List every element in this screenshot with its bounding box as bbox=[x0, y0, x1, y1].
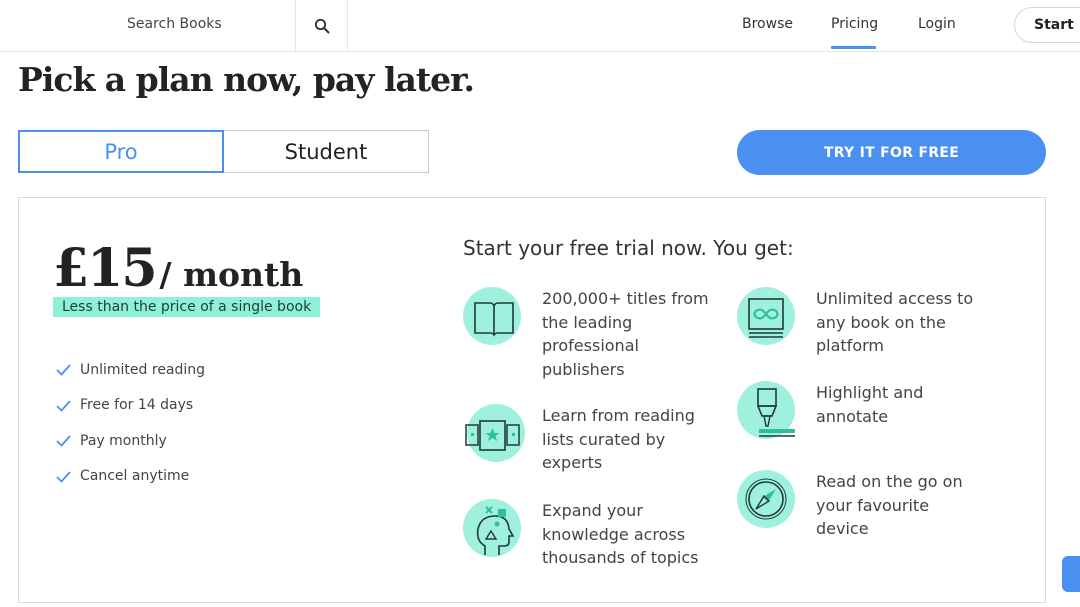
benefit-item: Expand your knowledge across thousands o… bbox=[463, 499, 712, 570]
list-item: Free for 14 days bbox=[55, 388, 205, 424]
top-nav: Search Books Browse Pricing Login Start … bbox=[0, 0, 1080, 52]
list-item: Pay monthly bbox=[55, 423, 205, 459]
benefit-text: Expand your knowledge across thousands o… bbox=[542, 501, 699, 567]
price-note: Less than the price of a single book bbox=[53, 297, 321, 317]
search-input[interactable]: Search Books bbox=[0, 0, 296, 52]
benefit-item: Unlimited access to any book on the plat… bbox=[737, 287, 986, 358]
price-amount: £15 bbox=[53, 238, 158, 299]
benefit-text: 200,000+ titles from the leading profess… bbox=[542, 289, 709, 379]
search-button[interactable] bbox=[296, 0, 348, 52]
chat-widget-button[interactable] bbox=[1062, 556, 1080, 592]
benefits-title: Start your free trial now. You get: bbox=[463, 236, 794, 260]
tab-student[interactable]: Student bbox=[223, 130, 429, 173]
nav-login-link[interactable]: Login bbox=[918, 16, 956, 32]
feature-label: Pay monthly bbox=[80, 432, 167, 449]
search-icon bbox=[314, 18, 329, 34]
head-knowledge-icon bbox=[463, 499, 525, 561]
benefit-item: 200,000+ titles from the leading profess… bbox=[463, 287, 712, 381]
check-icon bbox=[56, 364, 71, 377]
try-it-free-button[interactable]: TRY IT FOR FREE bbox=[737, 130, 1046, 175]
price: £15/ month bbox=[53, 238, 303, 299]
feature-label: Free for 14 days bbox=[80, 397, 194, 414]
highlighter-icon bbox=[737, 381, 799, 443]
feature-label: Unlimited reading bbox=[80, 361, 206, 378]
search-placeholder: Search Books bbox=[127, 16, 222, 32]
check-icon bbox=[56, 400, 71, 412]
list-item: Cancel anytime bbox=[55, 459, 205, 495]
infinity-book-icon bbox=[737, 287, 799, 349]
active-nav-indicator bbox=[831, 46, 876, 49]
feature-list: Unlimited reading Free for 14 days Pay m… bbox=[55, 352, 205, 494]
tab-pro[interactable]: Pro bbox=[18, 130, 224, 173]
feature-label: Cancel anytime bbox=[80, 468, 190, 485]
benefit-item: Read on the go on your favourite device bbox=[737, 470, 986, 541]
price-period: / month bbox=[159, 255, 304, 294]
benefit-text: Learn from reading lists curated by expe… bbox=[542, 406, 695, 472]
check-icon bbox=[56, 435, 71, 448]
page-title: Pick a plan now, pay later. bbox=[18, 60, 475, 99]
reading-list-icon bbox=[463, 404, 525, 466]
benefit-text: Unlimited access to any book on the plat… bbox=[816, 289, 974, 355]
list-item: Unlimited reading bbox=[55, 352, 205, 388]
benefit-text: Read on the go on your favourite device bbox=[816, 472, 963, 538]
open-book-icon bbox=[463, 287, 525, 349]
nav-browse-link[interactable]: Browse bbox=[742, 16, 793, 32]
benefit-text: Highlight and annotate bbox=[816, 383, 924, 426]
benefit-item: Highlight and annotate bbox=[737, 381, 986, 443]
start-free-button[interactable]: Start Fr bbox=[1014, 7, 1080, 43]
benefit-item: Learn from reading lists curated by expe… bbox=[463, 404, 712, 475]
compass-icon bbox=[737, 470, 799, 532]
check-icon bbox=[56, 471, 71, 483]
nav-pricing-link[interactable]: Pricing bbox=[831, 16, 878, 32]
